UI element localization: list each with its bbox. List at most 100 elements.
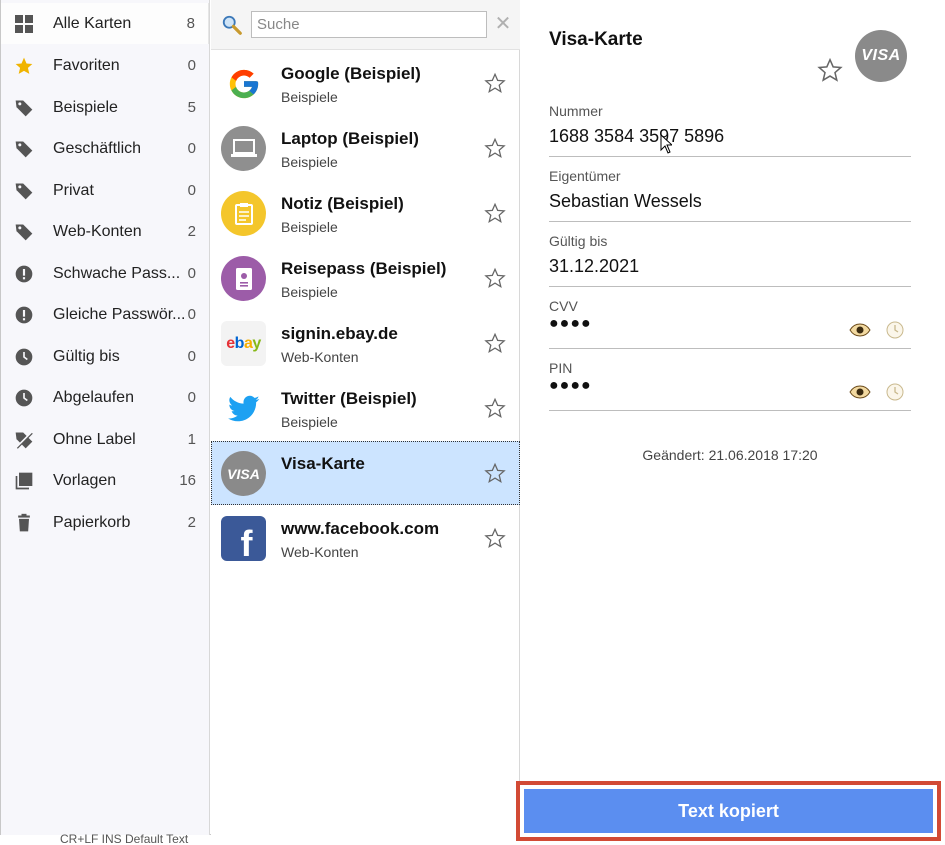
field-gueltig-bis[interactable]: Gültig bis 31.12.2021: [549, 233, 911, 287]
ebay-icon: ebay: [221, 321, 266, 366]
field-label: Nummer: [549, 103, 603, 119]
entry-title: Visa-Karte: [281, 454, 365, 473]
star-outline-icon[interactable]: [484, 72, 506, 94]
list-item-twitter[interactable]: Twitter (Beispiel) Beispiele: [211, 376, 520, 440]
field-value[interactable]: 1688 3584 3597 5896: [549, 126, 724, 147]
sidebar-item-web-konten[interactable]: Web-Konten 2: [1, 211, 209, 252]
search-bar: ✕: [211, 0, 520, 50]
entry-title: Reisepass (Beispiel): [281, 259, 447, 278]
entry-subtitle: Beispiele: [281, 154, 338, 170]
templates-icon: [13, 470, 35, 492]
sidebar-item-label: Gleiche Passwör...: [53, 305, 186, 323]
list-item-reisepass[interactable]: Reisepass (Beispiel) Beispiele: [211, 246, 520, 310]
sidebar-item-count: 0: [187, 57, 196, 74]
field-label: Eigentümer: [549, 168, 621, 184]
entry-subtitle: Beispiele: [281, 284, 338, 300]
sidebar-item-privat[interactable]: Privat 0: [1, 170, 209, 211]
entry-subtitle: Beispiele: [281, 89, 338, 105]
sidebar-item-count: 0: [187, 306, 196, 323]
entry-title: Notiz (Beispiel): [281, 194, 404, 213]
star-outline-icon[interactable]: [484, 332, 506, 354]
star-outline-icon[interactable]: [484, 137, 506, 159]
entry-title: Twitter (Beispiel): [281, 389, 417, 408]
sidebar-item-count: 0: [187, 182, 196, 199]
sidebar-item-schwache-passwoerter[interactable]: Schwache Pass... 0: [1, 253, 209, 294]
sidebar-item-gueltig-bis[interactable]: Gültig bis 0: [1, 336, 209, 377]
sidebar-item-label: Gültig bis: [53, 347, 120, 365]
sidebar-item-gleiche-passwoerter[interactable]: Gleiche Passwör... 0: [1, 294, 209, 335]
sidebar-item-favoriten[interactable]: Favoriten 0: [1, 45, 209, 86]
field-nummer[interactable]: Nummer 1688 3584 3597 5896: [549, 103, 911, 157]
warning-icon: [13, 263, 35, 285]
changed-timestamp: Geändert: 21.06.2018 17:20: [642, 447, 818, 463]
facebook-icon: f: [221, 516, 266, 561]
sidebar-item-count: 8: [186, 15, 195, 32]
tag-icon: [13, 221, 35, 243]
no-tag-icon: [13, 429, 35, 451]
field-label: Gültig bis: [549, 233, 608, 249]
sidebar-item-label: Geschäftlich: [53, 139, 142, 157]
field-value[interactable]: ●●●●: [549, 315, 592, 333]
star-outline-icon[interactable]: [484, 462, 506, 484]
sidebar-item-label: Favoriten: [53, 56, 120, 74]
star-outline-icon[interactable]: [484, 202, 506, 224]
field-pin[interactable]: PIN ●●●●: [549, 360, 911, 411]
sidebar-item-ohne-label[interactable]: Ohne Label 1: [1, 419, 209, 460]
list-item-visa-karte[interactable]: VISA Visa-Karte: [211, 441, 520, 505]
sidebar-item-beispiele[interactable]: Beispiele 5: [1, 87, 209, 128]
favorite-star-icon[interactable]: [817, 57, 843, 83]
list-item-notiz[interactable]: Notiz (Beispiel) Beispiele: [211, 181, 520, 245]
sidebar-item-label: Schwache Pass...: [53, 264, 181, 282]
entry-title: signin.ebay.de: [281, 324, 398, 343]
clear-search-icon[interactable]: ✕: [494, 13, 512, 35]
field-value[interactable]: 31.12.2021: [549, 256, 639, 277]
warning-icon: [13, 304, 35, 326]
sidebar-item-geschaeftlich[interactable]: Geschäftlich 0: [1, 128, 209, 169]
list-item-laptop[interactable]: Laptop (Beispiel) Beispiele: [211, 116, 520, 180]
field-cvv[interactable]: CVV ●●●●: [549, 298, 911, 349]
tag-icon: [13, 97, 35, 119]
sidebar-item-papierkorb[interactable]: Papierkorb 2: [1, 502, 209, 543]
grid-icon: [13, 13, 35, 35]
detail-panel: Visa-Karte VISA Nummer 1688 3584 3597 58…: [521, 0, 937, 835]
entry-list-panel: ✕ Google (Beispiel) Beispiele: [211, 0, 520, 835]
star-outline-icon[interactable]: [484, 527, 506, 549]
history-clock-icon[interactable]: [885, 320, 905, 340]
sidebar-item-count: 0: [187, 348, 196, 365]
field-label: PIN: [549, 360, 573, 376]
sidebar-item-count: 1: [187, 431, 196, 448]
sidebar-item-label: Beispiele: [53, 98, 118, 116]
sidebar-item-count: 16: [179, 472, 196, 489]
sidebar-item-count: 0: [187, 389, 196, 406]
field-eigentuemer[interactable]: Eigentümer Sebastian Wessels: [549, 168, 911, 222]
sidebar-item-count: 2: [187, 514, 196, 531]
search-input[interactable]: [251, 11, 487, 38]
star-outline-icon[interactable]: [484, 397, 506, 419]
tag-icon: [13, 138, 35, 160]
eye-icon[interactable]: [849, 322, 871, 338]
visa-logo: VISA: [855, 30, 907, 82]
eye-icon[interactable]: [849, 384, 871, 400]
status-bar: CR+LF INS Default Text: [60, 832, 189, 845]
list-item-google[interactable]: Google (Beispiel) Beispiele: [211, 51, 520, 115]
field-value[interactable]: Sebastian Wessels: [549, 191, 702, 212]
list-item-ebay[interactable]: ebay signin.ebay.de Web-Konten: [211, 311, 520, 375]
sidebar-item-abgelaufen[interactable]: Abgelaufen 0: [1, 377, 209, 418]
star-outline-icon[interactable]: [484, 267, 506, 289]
star-filled-icon: [13, 55, 35, 77]
entry-subtitle: Web-Konten: [281, 544, 359, 560]
trash-icon: [13, 512, 35, 534]
sidebar-item-count: 2: [187, 223, 196, 240]
field-value[interactable]: ●●●●: [549, 377, 592, 395]
sidebar-item-label: Alle Karten: [53, 14, 132, 32]
sidebar-item-label: Vorlagen: [53, 471, 117, 489]
sidebar-item-alle-karten[interactable]: Alle Karten 8: [1, 3, 209, 44]
sidebar-item-vorlagen[interactable]: Vorlagen 16: [1, 460, 209, 501]
sidebar-item-label: Papierkorb: [53, 513, 131, 531]
history-clock-icon[interactable]: [885, 382, 905, 402]
mouse-cursor-icon: [660, 133, 674, 154]
sidebar-item-count: 0: [187, 140, 196, 157]
tag-icon: [13, 180, 35, 202]
list-item-facebook[interactable]: f www.facebook.com Web-Konten: [211, 506, 520, 570]
toast-notification[interactable]: Text kopiert: [524, 789, 933, 833]
